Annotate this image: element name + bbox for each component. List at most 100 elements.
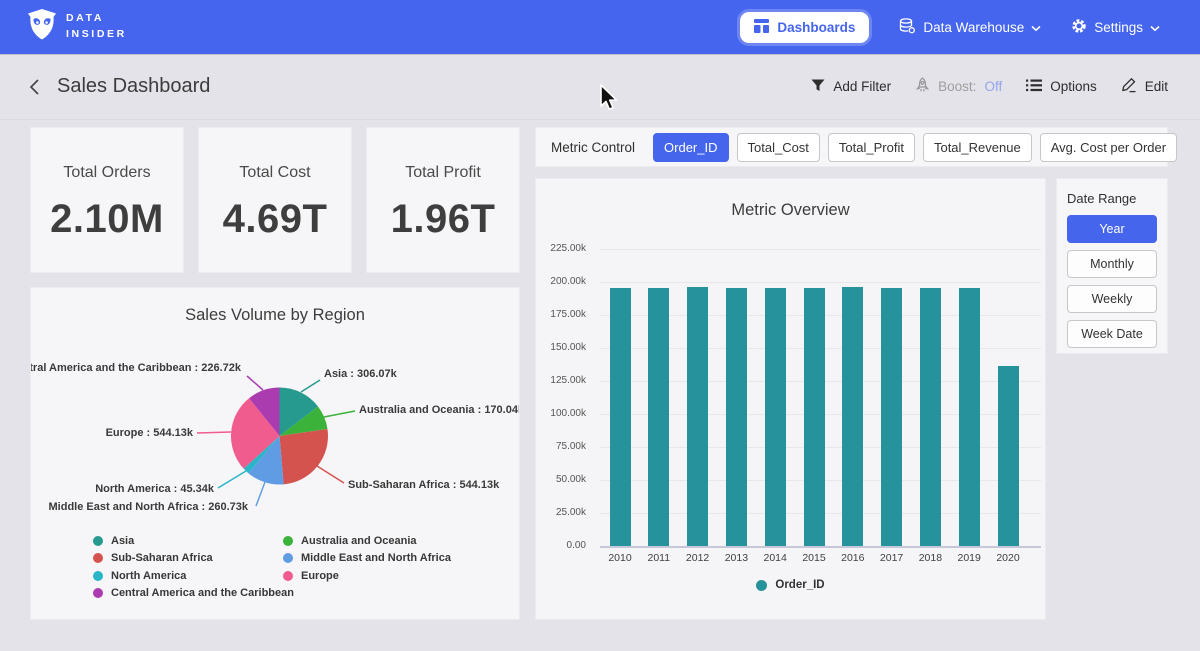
date-range-weekly[interactable]: Weekly: [1067, 285, 1157, 313]
nav-dashboards-button[interactable]: Dashboards: [740, 12, 869, 43]
y-axis-tick-label: 50.00k: [538, 474, 586, 486]
pencil-icon: [1121, 77, 1137, 96]
pie-slice-label: North America : 45.34k: [95, 483, 215, 495]
pie-slice-label: Central America and the Caribbean : 226.…: [31, 362, 242, 374]
kpi-value: 1.96T: [391, 197, 496, 242]
metric-chip-avg-cost-per-order[interactable]: Avg. Cost per Order: [1040, 133, 1177, 162]
nav-actions: Dashboards Data Warehouse: [740, 12, 1160, 43]
pie-slice-label: Asia : 306.07k: [324, 368, 398, 380]
top-nav: DATA INSIDER Dashboards: [0, 0, 1200, 54]
kpi-value: 4.69T: [223, 197, 328, 242]
pie-legend-dot: [93, 571, 103, 581]
pie-legend-label: North America: [111, 570, 186, 582]
bar-2011[interactable]: [648, 288, 669, 546]
pie-leader-line: [197, 432, 231, 433]
kpi-card-total-cost: Total Cost 4.69T: [198, 127, 352, 273]
legend-dot: [756, 580, 767, 591]
metric-chip-total-revenue[interactable]: Total_Revenue: [923, 133, 1032, 162]
x-axis-tick-label: 2013: [716, 552, 756, 564]
bar-2015[interactable]: [804, 288, 825, 546]
pie-legend-item-australia-and-oceania[interactable]: Australia and Oceania: [283, 532, 451, 550]
y-axis-tick-label: 150.00k: [538, 342, 586, 354]
brand-text: DATA INSIDER: [66, 11, 127, 43]
legend-label: Order_ID: [775, 579, 824, 591]
y-axis-tick-label: 75.00k: [538, 441, 586, 453]
back-button[interactable]: [28, 78, 40, 96]
edit-button[interactable]: Edit: [1121, 77, 1168, 96]
bar-2019[interactable]: [959, 288, 980, 546]
add-filter-button[interactable]: Add Filter: [811, 79, 891, 95]
x-axis-tick-label: 2016: [833, 552, 873, 564]
pie-legend-item-north-america[interactable]: North America: [93, 567, 294, 585]
x-axis-tick-label: 2017: [872, 552, 912, 564]
bar-2012[interactable]: [687, 287, 708, 546]
date-range-year[interactable]: Year: [1067, 215, 1157, 243]
pie-slice-sub-saharan-africa[interactable]: [280, 429, 329, 484]
gridline: [600, 249, 1041, 250]
bar-2010[interactable]: [610, 288, 631, 546]
pie-slice-label: Australia and Oceania : 170.04k: [359, 404, 519, 416]
bar-2016[interactable]: [842, 287, 863, 546]
kpi-label: Total Profit: [405, 164, 481, 182]
pie-legend-item-middle-east-and-north-africa[interactable]: Middle East and North Africa: [283, 550, 451, 568]
date-range-buttons: Year Monthly Weekly Week Date: [1067, 215, 1157, 348]
metric-control-label: Metric Control: [551, 140, 635, 155]
boost-status: Off: [984, 79, 1002, 94]
gear-icon: [1071, 18, 1087, 37]
pie-legend-item-asia[interactable]: Asia: [93, 532, 294, 550]
kpi-card-total-profit: Total Profit 1.96T: [366, 127, 520, 273]
x-axis-tick-label: 2018: [910, 552, 950, 564]
x-axis-tick-label: 2011: [639, 552, 679, 564]
pie-legend-item-sub-saharan-africa[interactable]: Sub-Saharan Africa: [93, 550, 294, 568]
date-range-monthly[interactable]: Monthly: [1067, 250, 1157, 278]
kpi-row: Total Orders 2.10M Total Cost 4.69T Tota…: [30, 127, 520, 273]
bar-2014[interactable]: [765, 288, 786, 546]
y-axis-tick-label: 125.00k: [538, 375, 586, 387]
header-actions: Add Filter Boost: Off: [811, 77, 1168, 96]
pie-leader-line: [256, 482, 265, 506]
chevron-down-icon: [1150, 20, 1160, 35]
page-header: Sales Dashboard Add Filter Boost: Off: [0, 54, 1200, 120]
metric-chip-total-cost[interactable]: Total_Cost: [737, 133, 820, 162]
options-list-icon: [1026, 79, 1042, 95]
x-axis-tick-label: 2014: [755, 552, 795, 564]
pie-legend-item-central-america-and-the-caribbean[interactable]: Central America and the Caribbean: [93, 585, 294, 603]
pie-legend-label: Sub-Saharan Africa: [111, 552, 213, 564]
page-title: Sales Dashboard: [57, 75, 210, 98]
bar-2018[interactable]: [920, 288, 941, 546]
bar-2017[interactable]: [881, 288, 902, 546]
nav-data-warehouse[interactable]: Data Warehouse: [899, 18, 1041, 37]
options-button[interactable]: Options: [1026, 79, 1097, 95]
kpi-label: Total Orders: [63, 164, 150, 182]
y-axis-tick-label: 0.00: [538, 540, 586, 552]
database-icon: [899, 18, 916, 37]
kpi-label: Total Cost: [239, 164, 310, 182]
gridline: [600, 282, 1041, 283]
date-range-week-date[interactable]: Week Date: [1067, 320, 1157, 348]
pie-slice-label: Middle East and North Africa : 260.73k: [49, 501, 249, 513]
pie-legend-dot: [283, 536, 293, 546]
boost-toggle[interactable]: Boost: Off: [915, 77, 1002, 96]
pie-legend-column-2: Australia and OceaniaMiddle East and Nor…: [283, 532, 451, 585]
metric-chip-total-profit[interactable]: Total_Profit: [828, 133, 915, 162]
pie-leader-line: [317, 466, 344, 483]
bar-2013[interactable]: [726, 288, 747, 546]
kpi-value: 2.10M: [50, 197, 164, 242]
pie-chart-card: Sales Volume by Region Asia : 306.07kAus…: [30, 287, 520, 620]
pie-legend-dot: [283, 553, 293, 563]
bar-chart-legend[interactable]: Order_ID: [536, 579, 1045, 591]
nav-settings[interactable]: Settings: [1071, 18, 1160, 37]
metric-chip-order-id[interactable]: Order_ID: [653, 133, 728, 162]
pie-leader-line: [301, 380, 320, 392]
bar-2020[interactable]: [998, 366, 1019, 546]
x-axis-tick-label: 2012: [678, 552, 718, 564]
owl-logo-icon: [27, 8, 57, 46]
dashboards-icon: [754, 19, 769, 36]
pie-legend-dot: [93, 588, 103, 598]
pie-leader-line: [324, 411, 355, 417]
metric-control-buttons: Order_ID Total_Cost Total_Profit Total_Reve…: [653, 133, 1177, 162]
pie-legend-dot: [93, 553, 103, 563]
pie-legend-column-1: Asia Sub-Saharan Africa North America Centr…: [93, 532, 294, 602]
pie-legend-item-europe[interactable]: Europe: [283, 567, 451, 585]
y-axis-tick-label: 175.00k: [538, 309, 586, 321]
